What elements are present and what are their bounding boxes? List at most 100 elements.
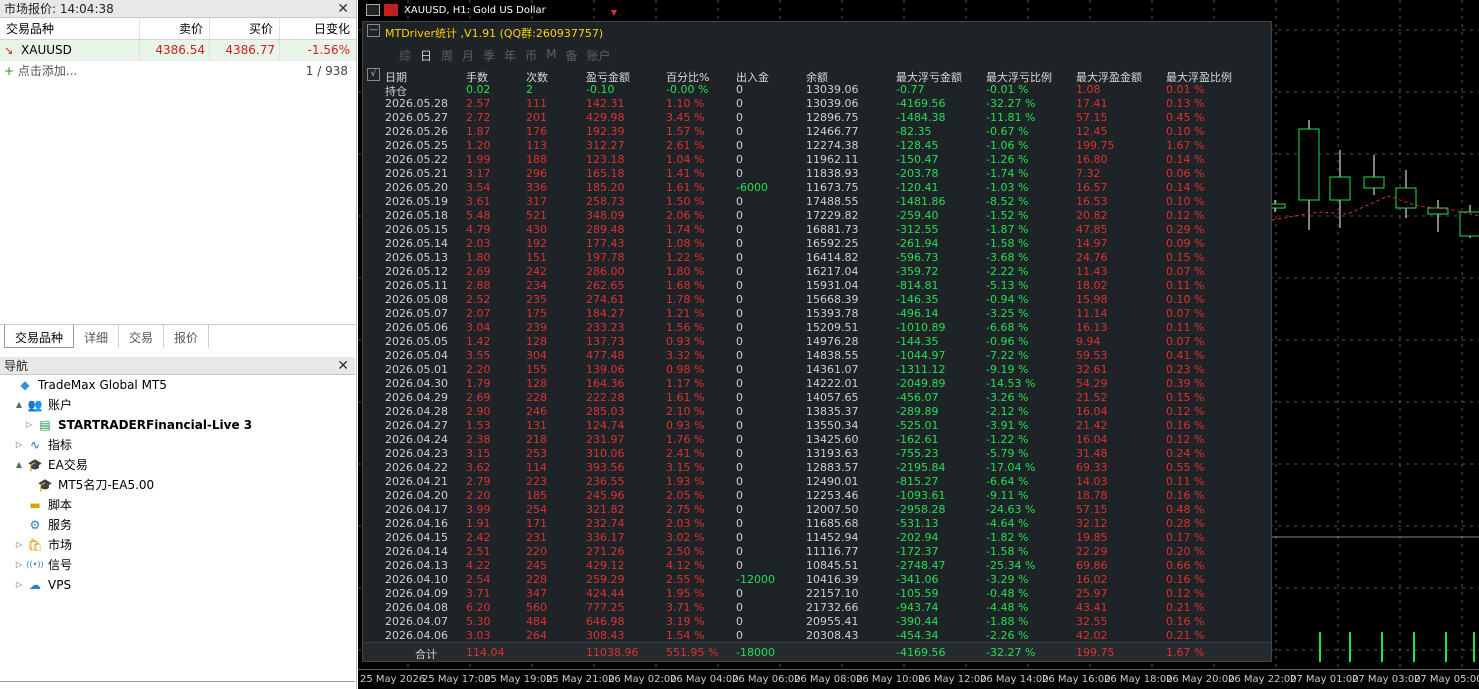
nav-item-7[interactable]: ⚙ 服务	[0, 515, 355, 535]
column-ask[interactable]: 买价	[210, 18, 280, 39]
checkbox-icon[interactable]: √	[367, 68, 380, 81]
tab-ticks[interactable]: 报价	[164, 325, 210, 348]
collapse-icon[interactable]: —	[367, 24, 380, 37]
table-cell: 54.29	[1076, 377, 1108, 390]
stats-tab-2[interactable]: 周	[441, 47, 453, 64]
table-cell: 128	[526, 377, 547, 390]
nav-item-9[interactable]: ▷ ((•)) 信号	[0, 555, 355, 575]
table-cell: 16217.04	[806, 265, 859, 278]
table-cell: 1.76 %	[666, 433, 705, 446]
time-axis-label: 25 May 19:00	[484, 674, 553, 685]
table-row: 2026.05.05 1.42 128 137.73 0.93 % 0 14976.28 -1…	[385, 335, 1265, 349]
tab-symbols[interactable]: 交易品种	[4, 325, 75, 348]
table-cell: 2.79	[466, 475, 491, 488]
table-cell: 12466.77	[806, 125, 859, 138]
table-cell: 477.48	[586, 349, 625, 362]
tree-twisty-icon[interactable]: ▷	[14, 575, 24, 595]
table-cell: 2026.04.24	[385, 433, 448, 446]
tab-details[interactable]: 详细	[74, 325, 120, 348]
tree-twisty-icon[interactable]: ▲	[14, 395, 24, 415]
nav-item-8[interactable]: ▷ 🛍 市场	[0, 535, 355, 555]
table-cell: 0.29 %	[1166, 223, 1205, 236]
stats-tab-3[interactable]: 月	[462, 47, 474, 64]
stats-tab-1[interactable]: 日	[420, 47, 432, 64]
table-cell: 0.21 %	[1166, 601, 1205, 614]
table-cell: 2026.04.06	[385, 629, 448, 642]
table-cell: 185	[526, 489, 547, 502]
table-cell: 1.91	[466, 517, 491, 530]
nav-item-5[interactable]: 🎓 MT5名刀-EA5.00	[0, 475, 355, 495]
table-cell: 2.06 %	[666, 209, 705, 222]
tree-twisty-icon[interactable]: ▲	[14, 455, 24, 475]
tree-twisty-icon[interactable]: ▷	[24, 415, 34, 435]
nav-item-3[interactable]: ▷ ∿ 指标	[0, 435, 355, 455]
nav-item-4[interactable]: ▲ 🎓 EA交易	[0, 455, 355, 475]
nav-item-label: 脚本	[48, 498, 73, 512]
tab-trading[interactable]: 交易	[119, 325, 165, 348]
table-cell: 0.11 %	[1166, 321, 1205, 334]
table-cell: 6.20	[466, 601, 491, 614]
table-cell: -1.88 %	[986, 615, 1029, 628]
time-axis-label: 26 May 22:00	[1228, 674, 1297, 685]
nav-item-10[interactable]: ▷ ☁ VPS	[0, 575, 355, 595]
stats-header: 日期 手数 次数 盈亏金额 百分比% 出入金 余额 最大浮亏金额 最大浮亏比例 最大浮盈金额 最大浮…	[385, 69, 1265, 84]
table-cell: 235	[526, 293, 547, 306]
nav-item-1[interactable]: ▲ 👥 账户	[0, 395, 355, 415]
tree-twisty-icon[interactable]: ▷	[14, 435, 24, 455]
table-cell: 1.08 %	[666, 237, 705, 250]
table-cell: 11962.11	[806, 153, 859, 166]
table-cell: 114	[526, 461, 547, 474]
table-cell: 2.69	[466, 265, 491, 278]
column-change[interactable]: 日变化	[280, 18, 356, 39]
time-axis-label: 25 May 2026	[360, 674, 426, 685]
table-cell: -24.63 %	[986, 503, 1036, 516]
symbol-row-xauusd[interactable]: ↘ XAUUSD 4386.54 4386.77 -1.56%	[0, 40, 356, 61]
stats-tab-9[interactable]: 账户	[586, 47, 610, 64]
tree-twisty-icon[interactable]: ▷	[14, 535, 24, 555]
table-cell: 0	[736, 629, 743, 642]
nav-item-0[interactable]: ◆ TradeMax Global MT5	[0, 375, 355, 395]
table-cell: 0.02	[466, 83, 491, 96]
tree-twisty-icon[interactable]: ▷	[14, 555, 24, 575]
table-cell: 2026.04.20	[385, 489, 448, 502]
column-symbol[interactable]: 交易品种	[0, 18, 140, 39]
table-cell: -5.13 %	[986, 279, 1029, 292]
table-cell: -5.79 %	[986, 447, 1029, 460]
add-symbol-row[interactable]: + 点击添加... 1 / 938	[0, 61, 356, 81]
table-cell: 0.07 %	[1166, 335, 1205, 348]
table-cell: 2026.05.14	[385, 237, 448, 250]
table-row: 2026.05.22 1.99 188 123.18 1.04 % 0 11962.11 -1…	[385, 153, 1265, 167]
table-cell: 228	[526, 573, 547, 586]
table-cell: 12896.75	[806, 111, 859, 124]
column-bid[interactable]: 卖价	[140, 18, 210, 39]
close-icon[interactable]: ✕	[337, 357, 349, 375]
table-cell: 336.17	[586, 531, 625, 544]
stats-tab-4[interactable]: 季	[483, 47, 495, 64]
table-cell: 1.74 %	[666, 223, 705, 236]
table-cell: -0.96 %	[986, 335, 1029, 348]
table-cell: -496.14	[896, 307, 939, 320]
stats-tab-5[interactable]: 年	[504, 47, 516, 64]
nav-item-6[interactable]: ▬ 脚本	[0, 495, 355, 515]
stats-tab-6[interactable]: 币	[525, 47, 537, 64]
table-cell: 57.15	[1076, 111, 1108, 124]
table-cell: -259.40	[896, 209, 939, 222]
table-cell: 14057.65	[806, 391, 859, 404]
nav-item-label: 信号	[48, 558, 73, 572]
table-cell: 1.93 %	[666, 475, 705, 488]
nav-item-2[interactable]: ▷ ▤ STARTRADERFinancial-Live 3	[0, 415, 355, 435]
stats-tab-8[interactable]: 备	[565, 47, 577, 64]
table-cell: 296	[526, 167, 547, 180]
time-axis-label: 25 May 21:00	[546, 674, 615, 685]
table-row: 2026.04.08 6.20 560 777.25 3.71 % 0 21732.66 -9…	[385, 601, 1265, 615]
table-cell: 175	[526, 307, 547, 320]
table-cell: -1481.86	[896, 195, 946, 208]
stats-tab-0[interactable]: 综	[399, 47, 411, 64]
table-cell: 0	[736, 293, 743, 306]
table-row: 2026.05.04 3.55 304 477.48 3.32 % 0 14838.55 -1…	[385, 349, 1265, 363]
table-cell: 13425.60	[806, 433, 859, 446]
table-cell: -144.35	[896, 335, 939, 348]
stats-tab-7[interactable]: M	[546, 47, 556, 64]
table-cell: 1.08	[1076, 83, 1101, 96]
chart-menu-icon[interactable]	[366, 4, 380, 16]
